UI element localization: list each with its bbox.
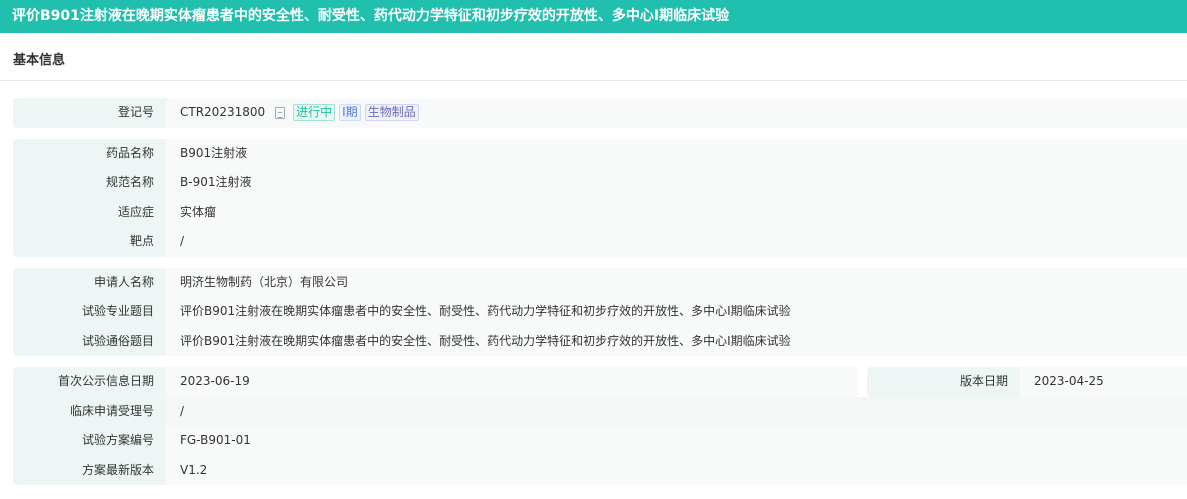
field-value: 2023-04-25 — [1020, 367, 1187, 397]
registration-number: CTR20231800 — [180, 105, 266, 119]
phase-badge: I期 — [339, 104, 361, 122]
field-value: CTR20231800 进行中 I期 生物制品 — [166, 98, 1187, 128]
field-label: 试验通俗题目 — [13, 326, 166, 356]
field-label: 方案最新版本 — [13, 455, 166, 485]
field-value: FG-B901-01 — [166, 426, 1187, 456]
info-row: 靶点 / — [13, 227, 1187, 257]
field-value: 评价B901注射液在晚期实体瘤患者中的安全性、耐受性、药代动力学特征和初步疗效的… — [166, 326, 1187, 356]
info-row: 方案最新版本 V1.2 — [13, 455, 1187, 485]
info-row: 适应症 实体瘤 — [13, 197, 1187, 227]
registration-group: 登记号 CTR20231800 进行中 I期 生物制品 — [13, 98, 1187, 128]
field-value: 实体瘤 — [166, 197, 1187, 227]
field-value: B901注射液 — [166, 138, 1187, 168]
field-label: 登记号 — [13, 98, 166, 128]
field-label: 试验方案编号 — [13, 426, 166, 456]
section-title: 基本信息 — [0, 33, 1187, 81]
status-badge: 进行中 — [293, 104, 336, 122]
field-label: 药品名称 — [13, 138, 166, 168]
info-row: 药品名称 B901注射液 — [13, 138, 1187, 168]
info-row: 试验通俗题目 评价B901注射液在晚期实体瘤患者中的安全性、耐受性、药代动力学特征… — [13, 326, 1187, 356]
field-value: / — [166, 396, 1187, 426]
field-label: 规范名称 — [13, 168, 166, 198]
field-label: 版本日期 — [867, 367, 1020, 397]
drug-group: 药品名称 B901注射液 规范名称 B-901注射液 适应症 实体瘤 靶点 / — [13, 138, 1187, 257]
field-label: 适应症 — [13, 197, 166, 227]
field-label: 临床申请受理号 — [13, 396, 166, 426]
field-value: B-901注射液 — [166, 168, 1187, 198]
field-value: 明济生物制药（北京）有限公司 — [166, 267, 1187, 297]
info-row: 临床申请受理号 / — [13, 396, 1187, 426]
info-row: 首次公示信息日期 2023-06-19 版本日期 2023-04-25 — [13, 367, 1187, 397]
applicant-group: 申请人名称 明济生物制药（北京）有限公司 试验专业题目 评价B901注射液在晚期实体… — [13, 267, 1187, 356]
trial-info-group: 首次公示信息日期 2023-06-19 版本日期 2023-04-25 临床申请… — [13, 367, 1187, 485]
info-row: 申请人名称 明济生物制药（北京）有限公司 — [13, 267, 1187, 297]
info-row: 规范名称 B-901注射液 — [13, 168, 1187, 198]
field-label: 靶点 — [13, 227, 166, 257]
field-label: 申请人名称 — [13, 267, 166, 297]
info-row: 登记号 CTR20231800 进行中 I期 生物制品 — [13, 98, 1187, 128]
info-row: 试验方案编号 FG-B901-01 — [13, 426, 1187, 456]
field-label: 首次公示信息日期 — [13, 367, 166, 397]
field-value: / — [166, 227, 1187, 257]
field-value: 评价B901注射液在晚期实体瘤患者中的安全性、耐受性、药代动力学特征和初步疗效的… — [166, 297, 1187, 327]
field-value: 2023-06-19 — [166, 367, 858, 397]
field-value: V1.2 — [166, 455, 1187, 485]
document-icon[interactable] — [275, 106, 286, 119]
field-label: 试验专业题目 — [13, 297, 166, 327]
info-row: 试验专业题目 评价B901注射液在晚期实体瘤患者中的安全性、耐受性、药代动力学特征… — [13, 297, 1187, 327]
category-badge: 生物制品 — [364, 104, 419, 122]
page-title: 评价B901注射液在晚期实体瘤患者中的安全性、耐受性、药代动力学特征和初步疗效的… — [0, 0, 1187, 33]
